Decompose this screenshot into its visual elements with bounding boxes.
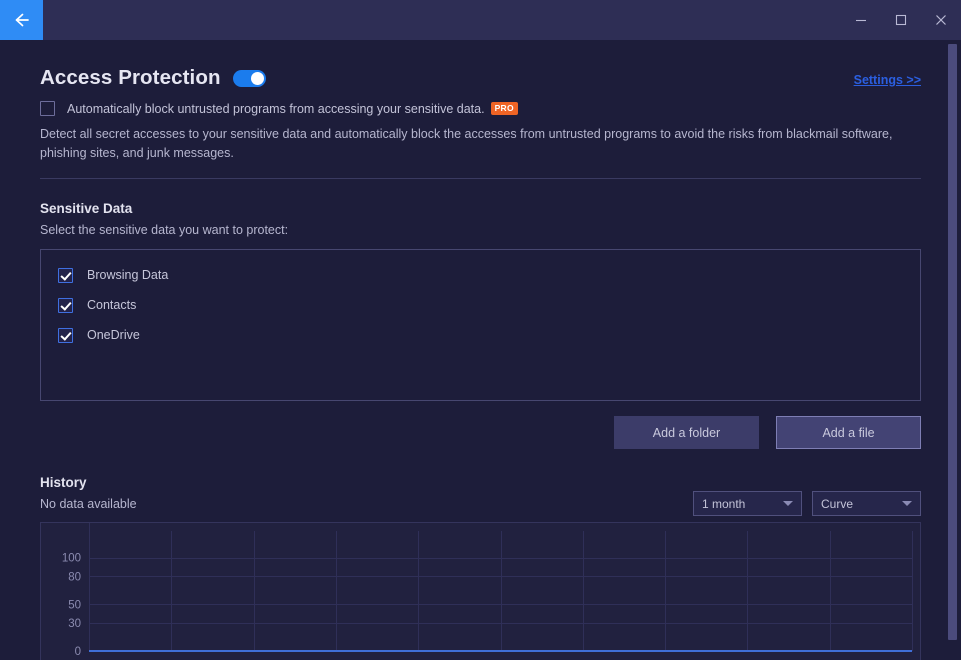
chart-type-select[interactable]: Curve: [812, 491, 921, 516]
svg-text:0: 0: [75, 646, 81, 658]
maximize-icon: [895, 14, 907, 26]
auto-block-text: Automatically block untrusted programs f…: [67, 101, 485, 116]
sensitive-item-label: Contacts: [87, 298, 137, 312]
chart-type-value: Curve: [821, 496, 854, 511]
pro-badge: PRO: [490, 102, 518, 115]
list-item[interactable]: OneDrive: [41, 320, 920, 350]
feature-description: Detect all secret accesses to your sensi…: [40, 127, 893, 160]
sensitive-data-list: Browsing Data Contacts OneDrive: [40, 249, 921, 401]
history-title: History: [40, 475, 87, 490]
history-header: History No data available 1 month Curve: [40, 475, 921, 516]
sensitive-item-label: OneDrive: [87, 328, 140, 342]
history-chart-svg: 100 80 50 30 0: [62, 523, 913, 658]
settings-link[interactable]: Settings >>: [854, 73, 921, 87]
chevron-down-icon: [902, 501, 912, 506]
minimize-icon: [856, 19, 866, 22]
chevron-down-icon: [783, 501, 793, 506]
page-header: Access Protection Settings >>: [40, 40, 921, 90]
auto-block-row[interactable]: Automatically block untrusted programs f…: [40, 101, 921, 116]
sensitive-data-title: Sensitive Data: [40, 201, 133, 216]
svg-text:100: 100: [62, 553, 81, 565]
svg-text:50: 50: [68, 599, 81, 611]
access-protection-toggle[interactable]: [232, 69, 266, 87]
vertical-scrollbar[interactable]: [948, 44, 957, 656]
close-button[interactable]: [921, 0, 961, 40]
titlebar-drag-region[interactable]: [43, 0, 841, 40]
toggle-knob: [250, 71, 264, 85]
close-icon: [936, 15, 946, 25]
page-title: Access Protection: [40, 66, 221, 89]
window-controls: [841, 0, 961, 40]
sensitive-item-checkbox[interactable]: [58, 327, 73, 343]
sensitive-item-checkbox[interactable]: [58, 267, 73, 283]
auto-block-label: Automatically block untrusted programs f…: [67, 102, 518, 116]
time-range-select[interactable]: 1 month: [693, 491, 802, 516]
sensitive-item-checkbox[interactable]: [58, 297, 73, 313]
time-range-value: 1 month: [702, 496, 746, 511]
list-actions: Add a folder Add a file: [40, 416, 921, 449]
sensitive-item-label: Browsing Data: [87, 268, 169, 282]
add-folder-button[interactable]: Add a folder: [614, 416, 759, 449]
list-item[interactable]: Browsing Data: [41, 260, 920, 290]
section-divider: [40, 178, 921, 179]
sensitive-data-subtitle: Select the sensitive data you want to pr…: [40, 223, 289, 237]
maximize-button[interactable]: [881, 0, 921, 40]
content-area: Access Protection Settings >> Automatica…: [0, 40, 961, 660]
history-controls: 1 month Curve: [693, 491, 921, 516]
minimize-button[interactable]: [841, 0, 881, 40]
auto-block-checkbox[interactable]: [40, 101, 55, 116]
scrollbar-thumb[interactable]: [948, 44, 957, 640]
add-file-button[interactable]: Add a file: [776, 416, 921, 449]
list-item[interactable]: Contacts: [41, 290, 920, 320]
titlebar: [0, 0, 961, 40]
history-chart: 100 80 50 30 0: [40, 522, 921, 660]
svg-text:80: 80: [68, 571, 81, 583]
svg-text:30: 30: [68, 618, 81, 630]
arrow-left-icon: [15, 13, 29, 27]
back-button[interactable]: [0, 0, 43, 40]
access-protection-window: Access Protection Settings >> Automatica…: [0, 0, 961, 660]
